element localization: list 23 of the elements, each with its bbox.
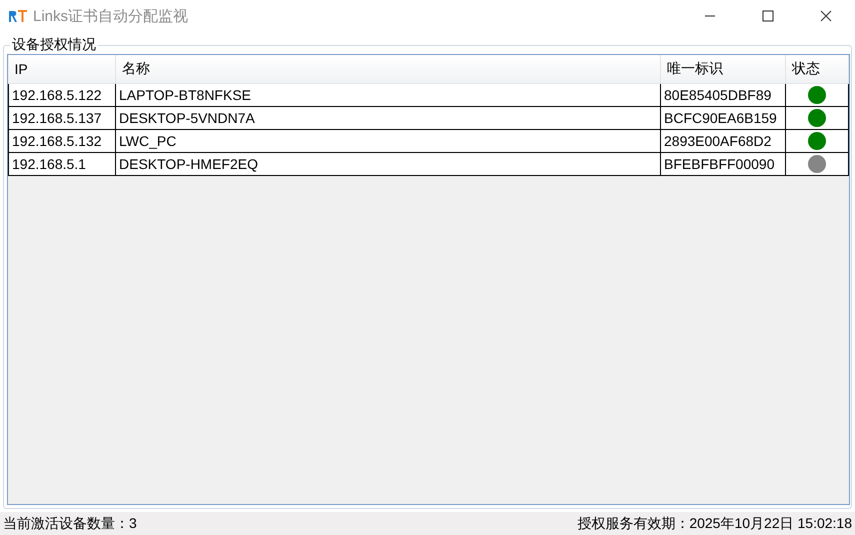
group-title: 设备授权情况 [10,36,98,52]
table-cell: DESKTOP-HMEF2EQ [116,152,660,176]
table-cell: LAPTOP-BT8NFKSE [116,84,660,106]
table-cell: LWC_PC [116,130,660,152]
table-cell: 192.168.5.137 [8,106,116,130]
expiry-text: 授权服务有效期：2025年10月22日 15:02:18 [577,514,852,532]
app-logo-icon [8,8,28,24]
table-cell: 80E85405DBF89 [660,84,786,106]
column-header[interactable]: 唯一标识 [660,55,786,84]
table-cell: DESKTOP-5VNDN7A [116,106,660,130]
table-cell: 192.168.5.132 [8,130,116,152]
column-header[interactable]: IP [8,55,116,84]
window-title: Links证书自动分配监视 [33,6,190,26]
close-icon [820,10,832,22]
active-count-text: 当前激活设备数量：3 [3,514,137,532]
table-cell: 192.168.5.1 [8,152,116,176]
column-header[interactable]: 名称 [116,55,660,84]
maximize-icon [762,10,774,22]
table-cell: BCFC90EA6B159 [660,106,786,130]
table-cell: 2893E00AF68D2 [660,130,786,152]
table-cell: BFEBFBFF00090 [660,152,786,176]
column-header[interactable]: 状态 [786,55,848,84]
table-cell: 192.168.5.122 [8,84,116,106]
